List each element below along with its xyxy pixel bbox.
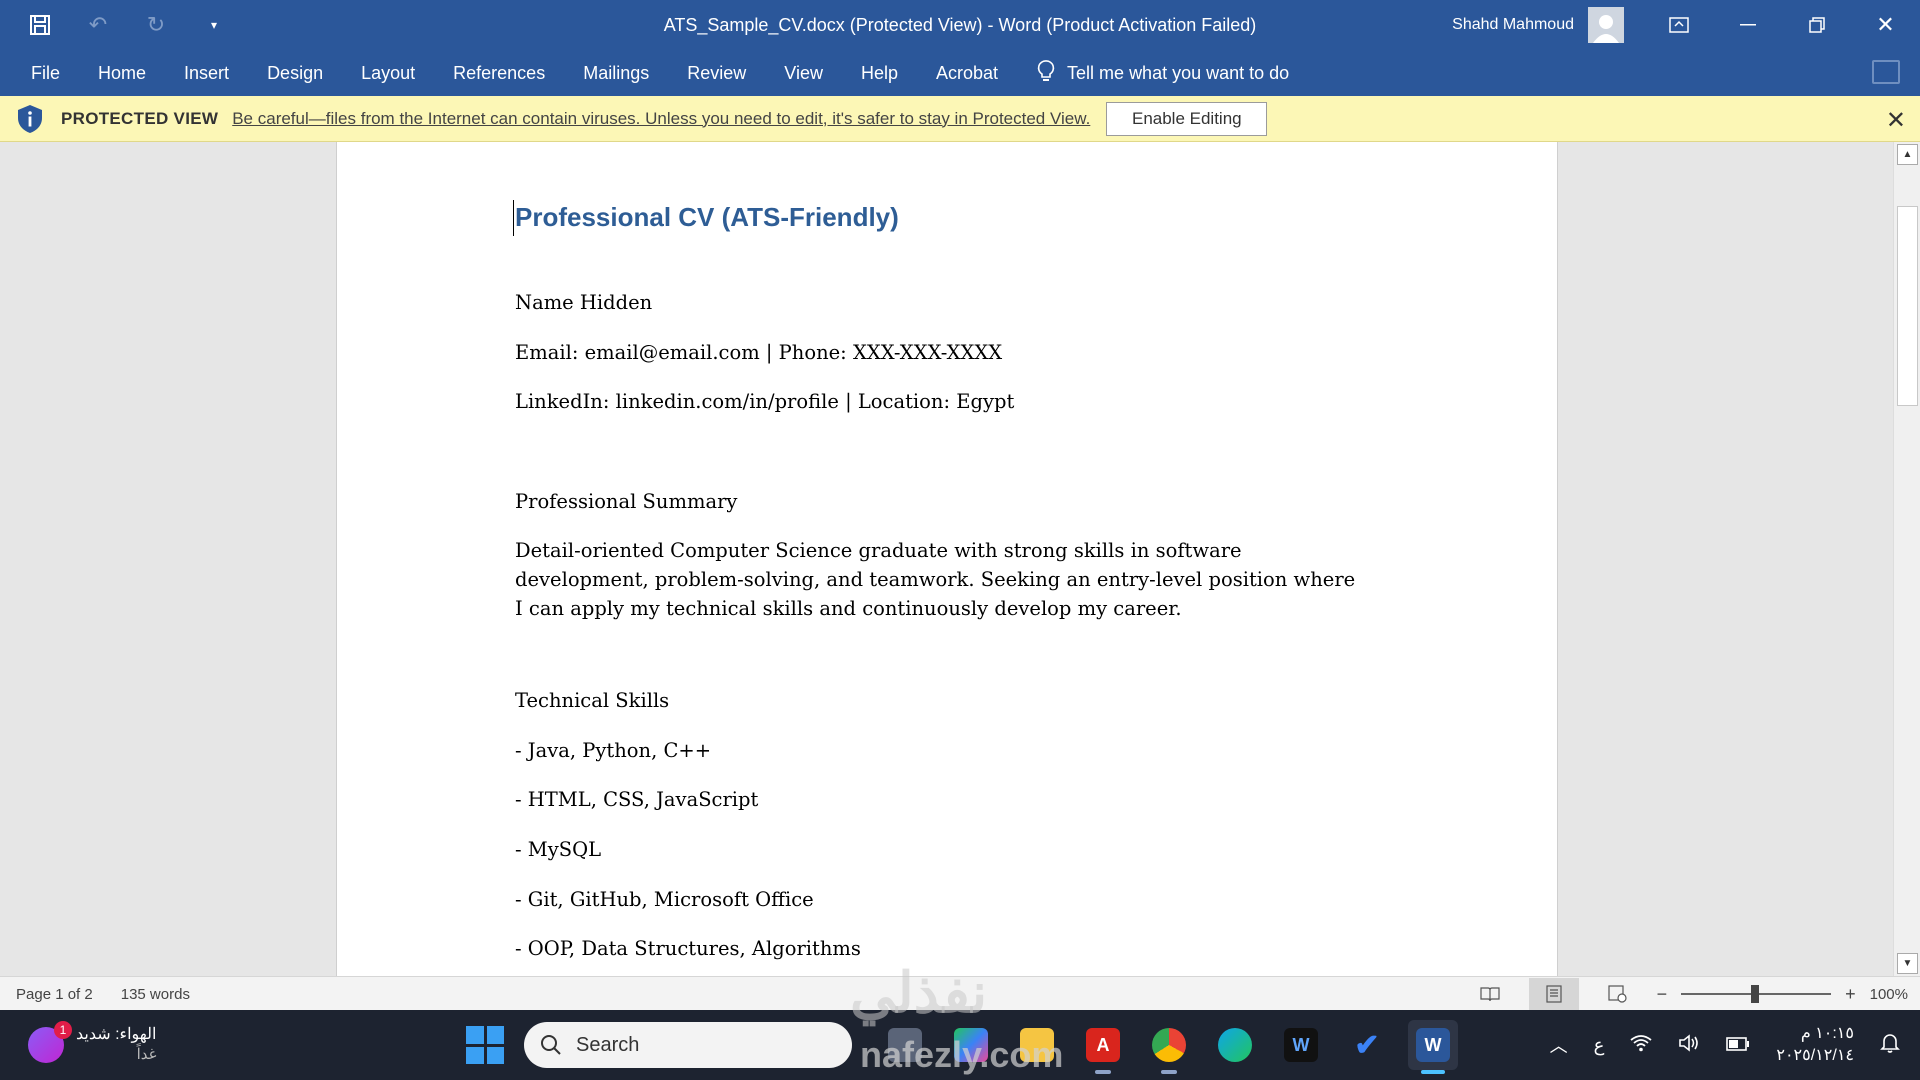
restore-icon[interactable] xyxy=(1782,0,1851,50)
zoom-out-button[interactable]: − xyxy=(1657,984,1668,1005)
acrobat-icon[interactable]: A xyxy=(1078,1020,1128,1074)
summary-heading: Professional Summary xyxy=(515,490,738,513)
document-title: ATS_Sample_CV.docx (Protected View) - Wo… xyxy=(663,15,1257,35)
zoom-slider[interactable] xyxy=(1681,985,1832,1003)
tell-me-label: Tell me what you want to do xyxy=(1067,62,1290,83)
user-name: Shahd Mahmoud xyxy=(1452,16,1574,33)
cv-title: Professional CV (ATS-Friendly) xyxy=(515,202,899,232)
taskbar-apps: A W ✔ W xyxy=(880,1020,1458,1074)
edge-icon[interactable] xyxy=(1210,1020,1260,1070)
scroll-thumb[interactable] xyxy=(1897,206,1918,406)
document-page[interactable]: Professional CV (ATS-Friendly) Name Hidd… xyxy=(336,142,1558,976)
chrome-icon[interactable] xyxy=(1144,1020,1194,1074)
taskbar: 1 الهواء: شديد غداً Search A W ✔ W ︿ ع ١… xyxy=(0,1010,1920,1080)
enable-editing-button[interactable]: Enable Editing xyxy=(1106,101,1268,136)
zoom-in-button[interactable]: + xyxy=(1845,984,1856,1005)
taskbar-search[interactable]: Search xyxy=(524,1022,852,1068)
scroll-down-icon[interactable]: ▼ xyxy=(1897,953,1918,974)
tab-review[interactable]: Review xyxy=(668,50,765,96)
vertical-scrollbar[interactable]: ▲ ▼ xyxy=(1893,142,1920,976)
protected-view-title: PROTECTED VIEW xyxy=(61,108,219,128)
system-tray: ︿ ع ١٠:١٥ م ٢٠٢٥/١٢/١٤ xyxy=(1550,1010,1900,1080)
cv-links: LinkedIn: linkedin.com/in/profile | Loca… xyxy=(515,390,1015,413)
quick-access-toolbar: ↶ ↻ ▾ xyxy=(20,0,234,50)
task-view-icon[interactable] xyxy=(880,1020,930,1070)
tab-design[interactable]: Design xyxy=(248,50,342,96)
skill-item: - Java, Python, C++ xyxy=(515,739,712,762)
weather-icon: 1 xyxy=(28,1021,72,1063)
word-icon[interactable]: W xyxy=(1408,1020,1458,1074)
tab-home[interactable]: Home xyxy=(79,50,165,96)
shield-icon xyxy=(18,104,42,133)
redo-icon[interactable]: ↻ xyxy=(136,5,176,45)
wifi-icon[interactable] xyxy=(1630,1034,1652,1057)
undo-icon[interactable]: ↶ xyxy=(78,5,118,45)
zoom-level[interactable]: 100% xyxy=(1870,986,1908,1003)
web-layout-icon[interactable] xyxy=(1593,978,1643,1010)
scroll-up-icon[interactable]: ▲ xyxy=(1897,144,1918,165)
clock-time: ١٠:١٥ م xyxy=(1800,1025,1854,1042)
webex-icon[interactable]: W xyxy=(1276,1020,1326,1070)
weather-title: الهواء: شديد xyxy=(76,1026,157,1043)
weather-subtitle: غداً xyxy=(136,1046,157,1063)
battery-icon[interactable] xyxy=(1726,1035,1750,1056)
title-bar: ↶ ↻ ▾ ATS_Sample_CV.docx (Protected View… xyxy=(0,0,1920,50)
minimize-icon[interactable] xyxy=(1713,0,1782,50)
tab-view[interactable]: View xyxy=(765,50,842,96)
close-icon[interactable]: ✕ xyxy=(1851,0,1920,50)
comment-icon[interactable] xyxy=(1872,60,1900,84)
text-cursor xyxy=(513,200,514,236)
zoom-slider-thumb[interactable] xyxy=(1751,985,1760,1003)
document-area: Professional CV (ATS-Friendly) Name Hidd… xyxy=(0,142,1893,976)
print-layout-icon[interactable] xyxy=(1528,978,1579,1010)
close-icon[interactable]: ✕ xyxy=(1886,106,1906,135)
tab-file[interactable]: File xyxy=(12,50,79,96)
protected-view-bar: PROTECTED VIEW Be careful—files from the… xyxy=(0,96,1920,142)
clock-date: ٢٠٢٥/١٢/١٤ xyxy=(1776,1047,1854,1064)
read-mode-icon[interactable] xyxy=(1465,978,1515,1010)
cv-contact: Email: email@email.com | Phone: XXX-XXX-… xyxy=(515,341,1003,364)
ribbon-tabs: File Home Insert Design Layout Reference… xyxy=(12,50,1289,96)
notification-badge: 1 xyxy=(54,1021,72,1039)
window-controls: ✕ xyxy=(1644,0,1920,50)
summary-text: Detail-oriented Computer Science graduat… xyxy=(515,539,1356,620)
protected-view-message[interactable]: Be careful—files from the Internet can c… xyxy=(232,109,1090,129)
ribbon-display-icon[interactable] xyxy=(1644,0,1713,50)
tab-help[interactable]: Help xyxy=(842,50,917,96)
skill-item: - MySQL xyxy=(515,838,602,861)
tab-references[interactable]: References xyxy=(434,50,564,96)
tab-layout[interactable]: Layout xyxy=(342,50,434,96)
copilot-icon[interactable] xyxy=(946,1020,996,1070)
tell-me-box[interactable]: Tell me what you want to do xyxy=(1037,59,1289,88)
windows-start-icon[interactable] xyxy=(466,1026,504,1064)
weather-widget[interactable]: 1 الهواء: شديد غداً xyxy=(28,1018,156,1072)
tab-mailings[interactable]: Mailings xyxy=(564,50,668,96)
search-placeholder: Search xyxy=(576,1033,640,1056)
page-count[interactable]: Page 1 of 2 xyxy=(16,986,93,1003)
chevron-up-icon[interactable]: ︿ xyxy=(1550,1032,1568,1058)
save-icon[interactable] xyxy=(20,5,60,45)
skill-item: - Git, GitHub, Microsoft Office xyxy=(515,888,814,911)
input-language[interactable]: ع xyxy=(1594,1035,1605,1056)
file-explorer-icon[interactable] xyxy=(1012,1020,1062,1070)
word-count[interactable]: 135 words xyxy=(121,986,190,1003)
status-bar: Page 1 of 2 135 words − + 100% xyxy=(0,976,1920,1010)
skill-item: - OOP, Data Structures, Algorithms xyxy=(515,937,861,960)
customize-icon[interactable]: ▾ xyxy=(194,5,234,45)
skill-item: - HTML, CSS, JavaScript xyxy=(515,788,759,811)
clock[interactable]: ١٠:١٥ م ٢٠٢٥/١٢/١٤ xyxy=(1776,1023,1854,1067)
volume-icon[interactable] xyxy=(1678,1033,1700,1057)
tab-acrobat[interactable]: Acrobat xyxy=(917,50,1017,96)
avatar[interactable] xyxy=(1588,7,1624,43)
ribbon: File Home Insert Design Layout Reference… xyxy=(0,50,1920,96)
notification-icon[interactable] xyxy=(1880,1032,1900,1059)
user-account[interactable]: Shahd Mahmoud xyxy=(1452,0,1624,50)
skills-heading: Technical Skills xyxy=(515,689,670,712)
cv-name: Name Hidden xyxy=(515,291,653,314)
lightbulb-icon xyxy=(1037,59,1055,88)
tab-insert[interactable]: Insert xyxy=(165,50,248,96)
todo-icon[interactable]: ✔ xyxy=(1342,1020,1392,1070)
search-icon xyxy=(541,1035,561,1055)
